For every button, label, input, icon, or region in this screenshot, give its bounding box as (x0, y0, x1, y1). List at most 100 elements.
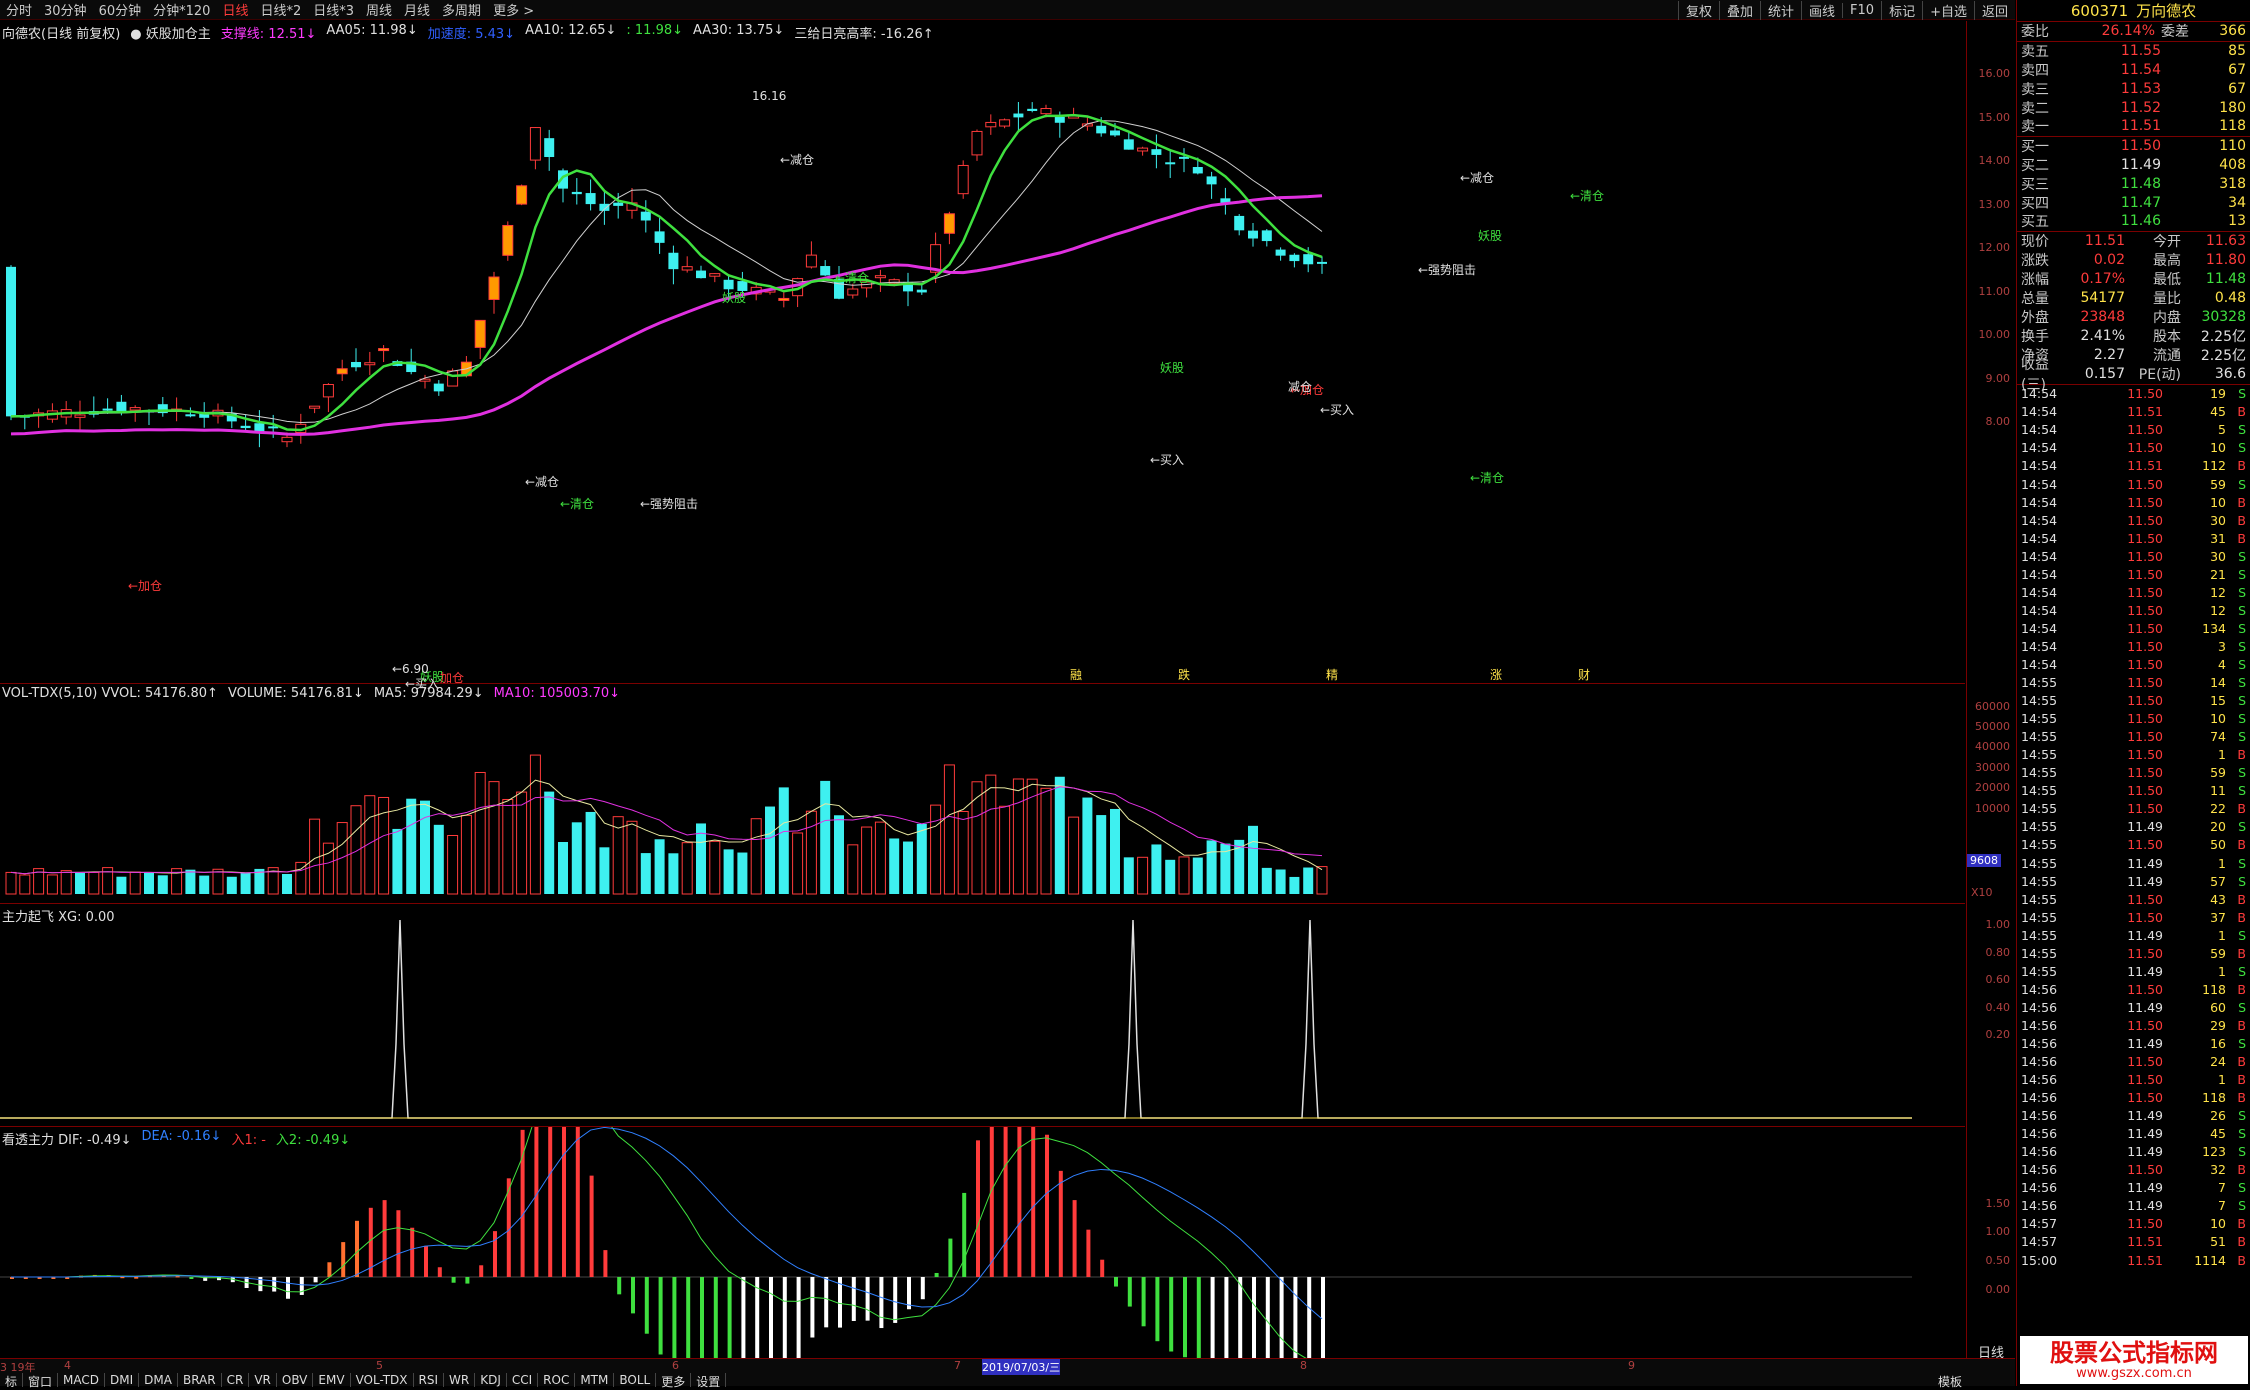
event-marker[interactable]: 精 (1326, 666, 1338, 683)
period-tab-10[interactable]: 更多 > (487, 0, 540, 19)
macd-histogram-bar (948, 1238, 953, 1277)
volume-bar (406, 798, 417, 894)
indicator-tab-19[interactable]: 设置 (691, 1373, 727, 1389)
macd-histogram-bar (1183, 1277, 1187, 1358)
macd-chart[interactable] (0, 1127, 1965, 1358)
event-marker[interactable]: 涨 (1490, 666, 1502, 683)
period-tab-8[interactable]: 月线 (398, 0, 436, 19)
period-tab-2[interactable]: 60分钟 (93, 0, 148, 19)
indicator-tab-5[interactable]: BRAR (178, 1373, 222, 1387)
func-button-3[interactable]: 画线 (1801, 0, 1842, 20)
func-button-1[interactable]: 叠加 (1718, 0, 1760, 20)
tick-price: 11.50 (2127, 909, 2163, 925)
quote-label2: PE(动) (2138, 367, 2181, 384)
volume-bar (834, 815, 844, 894)
tick-volume: 5 (2218, 422, 2226, 438)
macd-panel[interactable]: 看透主力 DIF: -0.49↓ DEA: -0.16↓ 入1: - 入2: -0.4… (0, 1127, 1965, 1358)
tick-time: 14:56 (2021, 1054, 2058, 1070)
period-tab-0[interactable]: 分时 (0, 0, 38, 19)
volume-bar (185, 869, 196, 894)
dif-line (11, 1127, 1307, 1358)
func-button-5[interactable]: 标记 (1881, 0, 1922, 20)
kline-panel[interactable]: 向德农(日线 前复权) ● 妖股加仓主 支撑线: 12.51↓ AA05: 11.… (0, 21, 1965, 691)
date-tick: 4 (64, 1359, 71, 1372)
volume-bar (750, 818, 762, 895)
func-button-4[interactable]: F10 (1842, 2, 1881, 18)
axis-tick: 0.60 (1985, 973, 2011, 986)
period-tab-6[interactable]: 日线*3 (307, 0, 360, 19)
indicator-tab-1[interactable]: 窗口 (23, 1373, 59, 1389)
period-tab-4[interactable]: 日线 (216, 0, 254, 19)
indicator-tab-18[interactable]: 更多 (656, 1373, 692, 1389)
quote-label: 外盘 (2021, 310, 2049, 327)
volume-bar (668, 853, 679, 894)
event-marker[interactable]: 财 (1578, 666, 1590, 683)
indicator-tab-3[interactable]: DMI (105, 1373, 140, 1387)
axis-tick: 1.00 (1985, 1225, 2011, 1238)
tick-time: 14:56 (2021, 1017, 2058, 1033)
period-tab-3[interactable]: 分钟*120 (147, 0, 216, 19)
xg-chart[interactable] (0, 904, 1965, 1127)
macd-histogram-bar (769, 1277, 773, 1358)
tpl-button[interactable]: 模板 (1938, 1373, 1962, 1390)
tick-volume: 4 (2218, 656, 2226, 672)
func-button-2[interactable]: 统计 (1760, 0, 1801, 20)
tick-time: 14:55 (2021, 837, 2058, 853)
event-marker[interactable]: 跌 (1178, 666, 1190, 683)
period-tab-1[interactable]: 30分钟 (38, 0, 93, 19)
indicator-tab-4[interactable]: DMA (139, 1373, 178, 1387)
indicator-tab-13[interactable]: KDJ (475, 1373, 507, 1387)
quote-row: 涨幅 0.17% 最低 11.48 (2017, 270, 2250, 289)
kline-chart[interactable] (0, 21, 1965, 684)
macd-histogram-bar (1196, 1277, 1201, 1358)
xg-panel[interactable]: 主力起飞 XG: 0.00 (0, 904, 1965, 1127)
event-marker[interactable]: 融 (1070, 666, 1082, 683)
axis-tick: 0.00 (1985, 1283, 2011, 1296)
tick-side: S (2238, 1180, 2246, 1196)
period-tab-9[interactable]: 多周期 (436, 0, 487, 19)
tick-time: 14:54 (2021, 512, 2058, 528)
volume-bar (488, 781, 500, 895)
indicator-tab-17[interactable]: BOLL (614, 1373, 657, 1387)
indicator-tab-2[interactable]: MACD (58, 1373, 106, 1387)
quote-label2: 最高 (2153, 253, 2181, 270)
tick-row: 14:56 11.50 1 B (2017, 1071, 2250, 1089)
period-tab-7[interactable]: 周线 (360, 0, 398, 19)
level-volume: 110 (2219, 138, 2246, 155)
indicator-tab-15[interactable]: ROC (538, 1373, 576, 1387)
candle-body (1289, 254, 1300, 262)
indicator-tab-7[interactable]: VR (249, 1373, 277, 1387)
indicator-tab-16[interactable]: MTM (575, 1373, 615, 1387)
indicator-tab-9[interactable]: EMV (313, 1373, 351, 1387)
volume-bar (765, 806, 775, 894)
indicator-tab-14[interactable]: CCI (507, 1373, 539, 1387)
func-button-7[interactable]: 返回 (1973, 0, 2015, 20)
tick-side: S (2238, 873, 2246, 889)
macd-histogram-bar (410, 1227, 415, 1277)
volume-chart[interactable] (0, 684, 1965, 904)
tick-price: 11.50 (2127, 1090, 2163, 1106)
indicator-tab-8[interactable]: OBV (277, 1373, 314, 1387)
indicator-tab-6[interactable]: CR (222, 1373, 250, 1387)
period-tab-5[interactable]: 日线*2 (254, 0, 307, 19)
macd-histogram-bar (1031, 1127, 1036, 1277)
macd-histogram-bar (1265, 1277, 1270, 1358)
macd-histogram-bar (1307, 1277, 1312, 1358)
func-button-0[interactable]: 复权 (1677, 0, 1719, 20)
candle-body (820, 266, 831, 276)
indicator-tab-11[interactable]: RSI (414, 1373, 444, 1387)
indicator-tab-12[interactable]: WR (444, 1373, 476, 1387)
axis-tick: 16.00 (1978, 67, 2011, 80)
tick-volume: 3 (2218, 638, 2226, 654)
indicator-tab-10[interactable]: VOL-TDX (351, 1373, 414, 1387)
volume-panel[interactable]: VOL-TDX(5,10) VVOL: 54176.80↑ VOLUME: 541… (0, 684, 1965, 904)
xg-legend-item: 主力起飞 XG: 0.00 (2, 910, 115, 925)
macd-histogram-bar (603, 1250, 608, 1277)
indicator-tab-0[interactable]: 标 (0, 1373, 24, 1389)
level-volume: 118 (2219, 118, 2246, 135)
volume-bar (820, 780, 831, 894)
func-button-6[interactable]: +自选 (1922, 0, 1974, 20)
signal-annotation: 妖股 (1478, 229, 1503, 243)
signal-annotation: ←强势阻击 (1418, 263, 1477, 277)
macd-histogram-bar (1072, 1200, 1077, 1277)
